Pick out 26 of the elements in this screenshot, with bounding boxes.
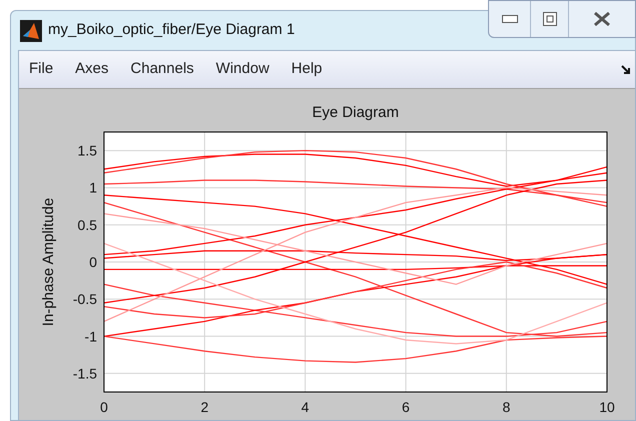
x-tick-label: 0: [100, 399, 108, 415]
menu-item[interactable]: Help: [291, 58, 322, 81]
arrow-icon[interactable]: [621, 64, 631, 74]
window-title: my_Boiko_optic_fiber/Eye Diagram 1: [48, 20, 295, 40]
minimize-icon: [502, 15, 518, 23]
y-tick-label: 0.5: [78, 216, 97, 233]
y-tick-label: 1.5: [78, 142, 97, 159]
menu-item[interactable]: Window: [216, 58, 270, 81]
chart-title: Eye Diagram: [312, 104, 399, 121]
y-tick-label: 0: [89, 254, 97, 270]
restore-icon: [542, 12, 556, 26]
y-tick-label: -0.5: [72, 291, 97, 308]
x-tick-label: 2: [200, 399, 208, 415]
menu-item[interactable]: Axes: [75, 58, 109, 81]
y-tick-label: -1: [84, 328, 97, 344]
y-tick-label: -1.5: [72, 365, 97, 382]
y-tick-label: 1: [89, 180, 97, 196]
x-tick-label: 10: [599, 399, 615, 415]
x-tick-label: 4: [301, 399, 310, 415]
y-axis-label: In-phase Amplitude: [40, 198, 57, 326]
x-tick-label: 8: [502, 399, 510, 415]
menu-item[interactable]: File: [29, 58, 54, 81]
app-logo-icon: [20, 20, 42, 42]
menu-item[interactable]: Channels: [130, 58, 194, 81]
close-icon: [593, 12, 611, 26]
x-tick-label: 6: [402, 399, 410, 415]
